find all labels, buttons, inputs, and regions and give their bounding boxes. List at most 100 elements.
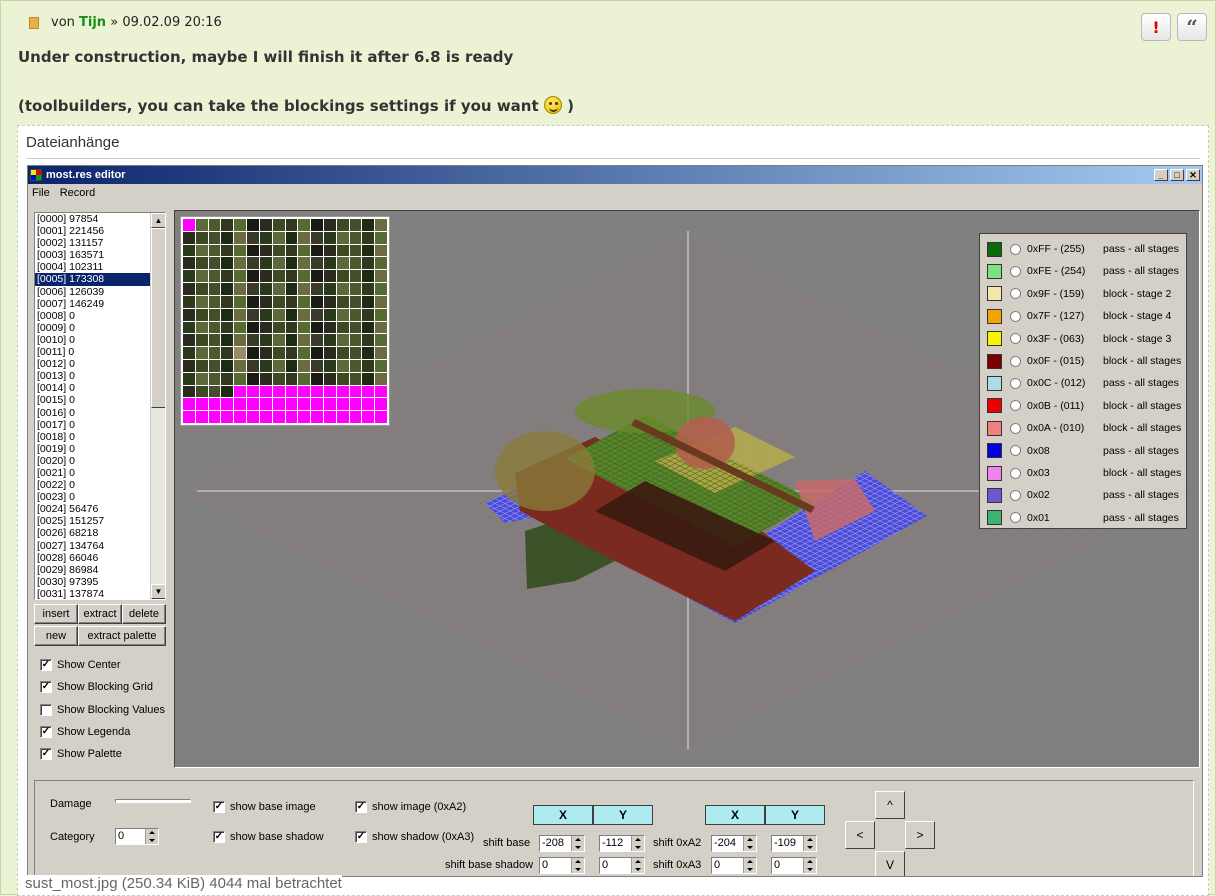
record-list-item[interactable]: [0012] 0 xyxy=(35,358,165,370)
palette-swatch[interactable] xyxy=(285,372,298,385)
record-list-item[interactable]: [0015] 0 xyxy=(35,394,165,406)
palette-swatch[interactable] xyxy=(375,295,387,308)
palette-swatch[interactable] xyxy=(208,359,221,372)
palette-swatch[interactable] xyxy=(247,321,259,334)
palette-swatch[interactable] xyxy=(375,244,387,257)
palette-swatch[interactable] xyxy=(247,398,259,411)
palette-swatch[interactable] xyxy=(272,359,285,372)
palette-swatch[interactable] xyxy=(208,321,221,334)
palette-swatch[interactable] xyxy=(234,334,247,347)
new-button[interactable]: new xyxy=(34,626,78,646)
palette-swatch[interactable] xyxy=(234,398,247,411)
palette-swatch[interactable] xyxy=(349,231,362,244)
palette-swatch[interactable] xyxy=(336,347,349,359)
spinner-arrows-icon[interactable] xyxy=(743,858,756,873)
scroll-up-icon[interactable]: ▲ xyxy=(151,213,165,228)
palette-swatch[interactable] xyxy=(336,308,349,321)
palette-swatch[interactable] xyxy=(298,411,311,423)
palette-swatch[interactable] xyxy=(311,231,323,244)
palette-swatch[interactable] xyxy=(221,321,234,334)
palette-swatch[interactable] xyxy=(221,244,234,257)
palette-swatch[interactable] xyxy=(336,334,349,347)
palette-swatch[interactable] xyxy=(311,244,323,257)
palette-swatch[interactable] xyxy=(272,257,285,270)
category-spinner[interactable]: 0 xyxy=(115,828,159,845)
palette-swatch[interactable] xyxy=(285,270,298,283)
palette-swatch[interactable] xyxy=(259,270,272,283)
palette-swatch[interactable] xyxy=(375,321,387,334)
palette-swatch[interactable] xyxy=(375,231,387,244)
palette-swatch[interactable] xyxy=(259,347,272,359)
palette-swatch[interactable] xyxy=(349,347,362,359)
palette-swatch[interactable] xyxy=(208,219,221,231)
palette-swatch[interactable] xyxy=(298,308,311,321)
record-list-item[interactable]: [0010] 0 xyxy=(35,334,165,346)
palette-swatch[interactable] xyxy=(272,219,285,231)
palette-swatch[interactable] xyxy=(195,411,208,423)
palette-swatch[interactable] xyxy=(221,219,234,231)
record-list-item[interactable]: [0000] 97854 xyxy=(35,213,165,225)
palette-swatch[interactable] xyxy=(298,231,311,244)
palette-swatch[interactable] xyxy=(272,231,285,244)
palette-swatch[interactable] xyxy=(234,295,247,308)
palette-swatch[interactable] xyxy=(259,244,272,257)
palette-swatch[interactable] xyxy=(362,334,375,347)
palette-swatch[interactable] xyxy=(323,295,336,308)
palette-swatch[interactable] xyxy=(349,219,362,231)
palette-swatch[interactable] xyxy=(323,411,336,423)
palette-swatch[interactable] xyxy=(285,308,298,321)
record-list-item[interactable]: [0008] 0 xyxy=(35,310,165,322)
palette-swatch[interactable] xyxy=(221,411,234,423)
palette-swatch[interactable] xyxy=(323,398,336,411)
palette-swatch[interactable] xyxy=(183,385,195,398)
palette-swatch[interactable] xyxy=(349,244,362,257)
menu-file[interactable]: File xyxy=(32,187,50,199)
palette-swatch[interactable] xyxy=(349,334,362,347)
palette-swatch[interactable] xyxy=(259,334,272,347)
palette-swatch[interactable] xyxy=(208,244,221,257)
record-list-item[interactable]: [0024] 56476 xyxy=(35,503,165,515)
legend-radio[interactable] xyxy=(1010,400,1021,412)
palette-swatch[interactable] xyxy=(221,270,234,283)
palette-swatch[interactable] xyxy=(221,295,234,308)
palette-swatch[interactable] xyxy=(285,295,298,308)
palette-swatch[interactable] xyxy=(323,347,336,359)
palette-swatch[interactable] xyxy=(208,308,221,321)
legend-radio[interactable] xyxy=(1010,377,1021,389)
palette-swatch[interactable] xyxy=(311,219,323,231)
record-list-item[interactable]: [0019] 0 xyxy=(35,443,165,455)
palette-swatch[interactable] xyxy=(234,308,247,321)
palette-swatch[interactable] xyxy=(234,270,247,283)
palette-swatch[interactable] xyxy=(311,334,323,347)
palette-grid[interactable] xyxy=(180,216,390,426)
spinner-arrows-icon[interactable] xyxy=(571,836,584,851)
palette-swatch[interactable] xyxy=(208,295,221,308)
palette-swatch[interactable] xyxy=(375,398,387,411)
palette-swatch[interactable] xyxy=(195,270,208,283)
spinner-arrows-icon[interactable] xyxy=(743,836,756,851)
palette-swatch[interactable] xyxy=(362,385,375,398)
record-list-item[interactable]: [0027] 134764 xyxy=(35,540,165,552)
attachment-caption[interactable]: sust_most.jpg (250.34 KiB) 4044 mal betr… xyxy=(25,875,342,892)
palette-swatch[interactable] xyxy=(221,257,234,270)
palette-swatch[interactable] xyxy=(208,270,221,283)
palette-swatch[interactable] xyxy=(195,231,208,244)
palette-swatch[interactable] xyxy=(208,398,221,411)
palette-swatch[interactable] xyxy=(285,398,298,411)
shift-a2-y-input[interactable]: -109 xyxy=(771,835,817,852)
palette-swatch[interactable] xyxy=(336,219,349,231)
option-checkbox[interactable]: Show Blocking Values xyxy=(40,703,165,716)
palette-swatch[interactable] xyxy=(323,359,336,372)
palette-swatch[interactable] xyxy=(272,398,285,411)
palette-swatch[interactable] xyxy=(272,244,285,257)
palette-swatch[interactable] xyxy=(336,270,349,283)
palette-swatch[interactable] xyxy=(285,359,298,372)
record-list-item[interactable]: [0025] 151257 xyxy=(35,515,165,527)
palette-swatch[interactable] xyxy=(259,295,272,308)
palette-swatch[interactable] xyxy=(247,372,259,385)
record-list-item[interactable]: [0009] 0 xyxy=(35,322,165,334)
palette-swatch[interactable] xyxy=(221,231,234,244)
palette-swatch[interactable] xyxy=(349,321,362,334)
palette-swatch[interactable] xyxy=(298,398,311,411)
shift-base-y-input[interactable]: -112 xyxy=(599,835,645,852)
